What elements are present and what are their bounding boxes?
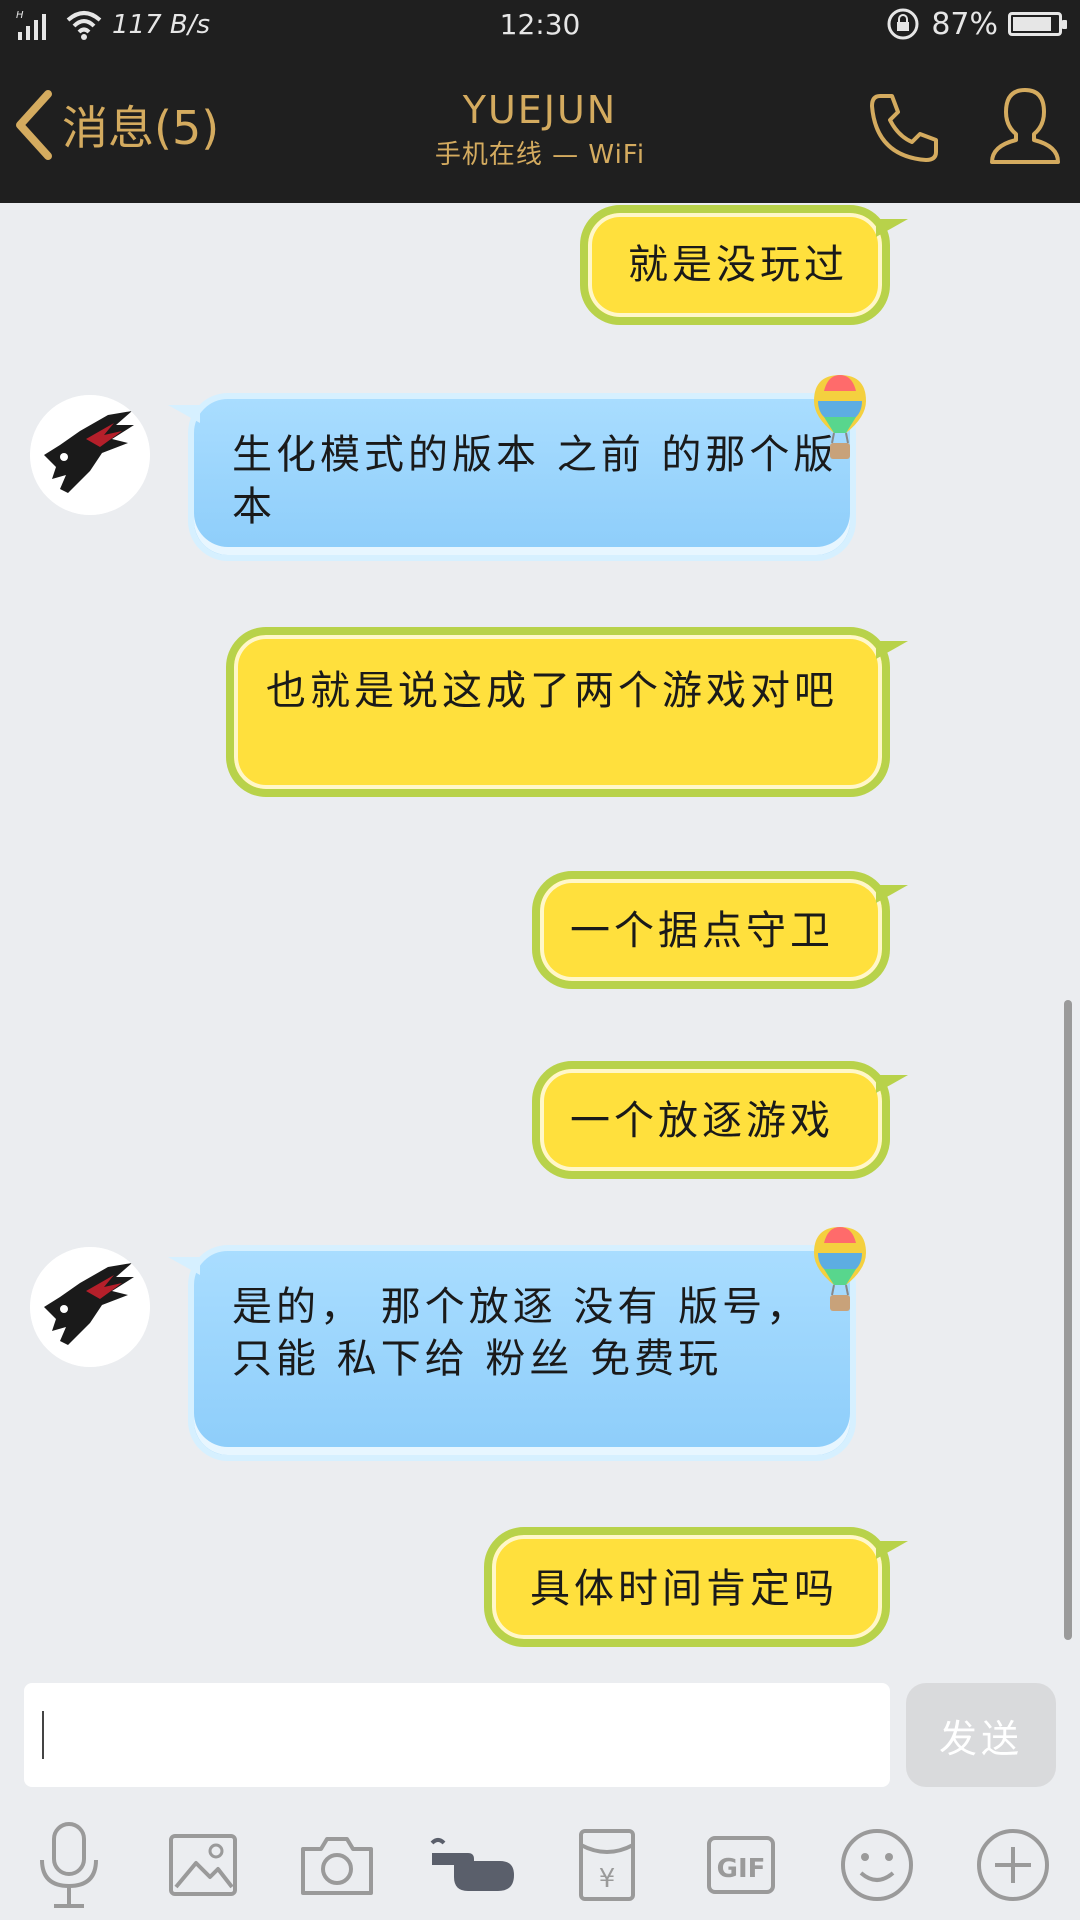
emoji-icon bbox=[841, 1829, 913, 1901]
message-input[interactable] bbox=[24, 1683, 890, 1787]
message-bubble-outgoing[interactable]: 具体时间肯定吗 bbox=[484, 1527, 908, 1647]
status-right: 87% bbox=[885, 6, 1067, 42]
scrollbar[interactable] bbox=[1064, 1000, 1072, 1640]
message-text: 就是没玩过 bbox=[628, 242, 848, 288]
gif-button[interactable]: GIF bbox=[696, 1820, 786, 1910]
message-bubble-outgoing[interactable]: 一个放逐游戏 bbox=[532, 1061, 908, 1179]
image-button[interactable] bbox=[158, 1820, 248, 1910]
message-text: 一个放逐游戏 bbox=[570, 1098, 834, 1144]
red-packet-button[interactable]: ¥ bbox=[562, 1820, 652, 1910]
bubble-tail bbox=[876, 641, 908, 659]
battery-percent: 87% bbox=[931, 6, 998, 42]
more-button[interactable] bbox=[968, 1820, 1058, 1910]
message-text: 是的， 那个放逐 没有 版号， 只能 私下给 粉丝 免费玩 bbox=[232, 1284, 811, 1382]
plus-icon bbox=[977, 1829, 1049, 1901]
avatar[interactable] bbox=[30, 1247, 150, 1367]
message-text: 也就是说这成了两个游戏对吧 bbox=[266, 668, 838, 714]
bubble-tail bbox=[168, 1257, 200, 1275]
composer: 发送 bbox=[0, 1673, 1080, 1793]
bubble-tail bbox=[876, 1541, 908, 1559]
message-bubble-incoming[interactable]: 生化模式的版本 之前 的那个版本 bbox=[168, 393, 856, 561]
message-text: 一个据点守卫 bbox=[570, 908, 834, 954]
text-cursor bbox=[42, 1711, 44, 1759]
camera-icon bbox=[301, 1837, 373, 1895]
rotation-lock-icon bbox=[887, 8, 919, 40]
message-bubble-incoming[interactable]: 是的， 那个放逐 没有 版号， 只能 私下给 粉丝 免费玩 bbox=[168, 1245, 856, 1461]
gif-icon: GIF bbox=[707, 1836, 775, 1894]
svg-text:GIF: GIF bbox=[717, 1854, 766, 1884]
person-icon bbox=[990, 88, 1060, 164]
message-text: 生化模式的版本 之前 的那个版本 bbox=[232, 432, 838, 530]
send-button[interactable]: 发送 bbox=[906, 1683, 1056, 1787]
hot-air-balloon-icon bbox=[814, 375, 866, 459]
voice-button[interactable] bbox=[24, 1820, 114, 1910]
battery-icon bbox=[1008, 12, 1067, 36]
poke-button[interactable] bbox=[428, 1820, 518, 1910]
image-icon bbox=[169, 1834, 237, 1896]
status-bar: H 117 B/s 12:30 87% bbox=[0, 0, 1080, 50]
bubble-tail bbox=[876, 219, 908, 237]
eagle-avatar-icon bbox=[30, 395, 150, 515]
eagle-avatar-icon bbox=[30, 1247, 150, 1367]
emoji-button[interactable] bbox=[832, 1820, 922, 1910]
phone-icon bbox=[870, 94, 938, 162]
message-bubble-outgoing[interactable]: 一个据点守卫 bbox=[532, 871, 908, 989]
battery-level bbox=[1013, 17, 1051, 31]
input-toolbar: ¥ GIF bbox=[0, 1800, 1080, 1920]
red-envelope-icon: ¥ bbox=[579, 1829, 635, 1901]
svg-text:¥: ¥ bbox=[599, 1864, 616, 1894]
chat-header: 消息(5) YUEJUN 手机在线 — WiFi bbox=[0, 50, 1080, 203]
message-bubble-outgoing[interactable]: 也就是说这成了两个游戏对吧 bbox=[226, 627, 908, 797]
message-list[interactable]: 就是没玩过 生化模式的版本 之前 的那个版本 也就是说这成了两个游戏对吧 一个据… bbox=[0, 203, 1080, 1673]
message-bubble-outgoing[interactable]: 就是没玩过 bbox=[580, 205, 908, 325]
avatar[interactable] bbox=[30, 395, 150, 515]
microphone-icon bbox=[40, 1822, 98, 1908]
camera-button[interactable] bbox=[292, 1820, 382, 1910]
message-text: 具体时间肯定吗 bbox=[530, 1566, 838, 1612]
hot-air-balloon-icon bbox=[814, 1227, 866, 1311]
bubble-tail bbox=[168, 405, 200, 423]
phone-call-button[interactable] bbox=[866, 90, 940, 168]
bubble-tail bbox=[876, 1075, 908, 1093]
bubble-tail bbox=[876, 885, 908, 903]
profile-button[interactable] bbox=[988, 86, 1062, 170]
poke-hand-icon bbox=[430, 1838, 514, 1891]
